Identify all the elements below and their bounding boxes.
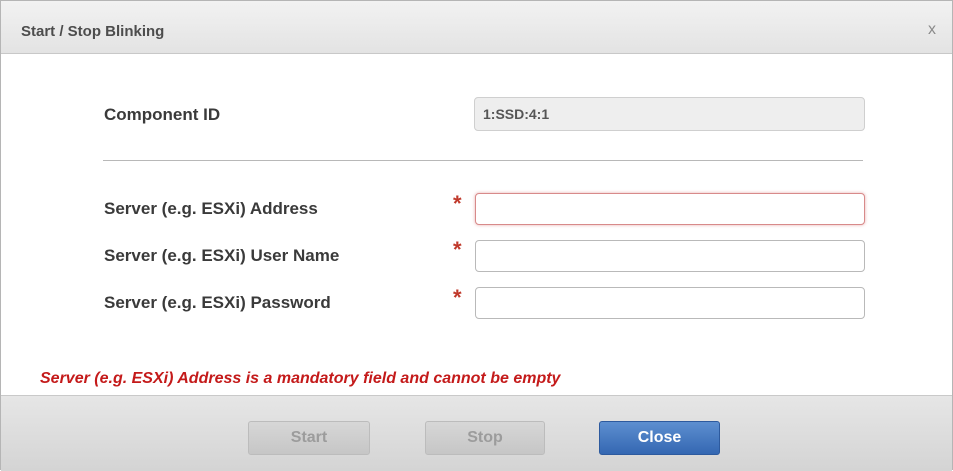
- component-id-label: Component ID: [104, 105, 221, 124]
- server-password-label: Server (e.g. ESXi) Password: [104, 293, 331, 312]
- server-username-input[interactable]: [475, 240, 865, 272]
- required-asterisk-icon: *: [453, 191, 462, 216]
- required-asterisk-icon: *: [453, 237, 462, 262]
- required-asterisk-icon: *: [453, 285, 462, 310]
- close-button[interactable]: Close: [599, 421, 720, 455]
- component-id-value: 1:SSD:4:1: [474, 97, 865, 131]
- start-stop-blinking-dialog: Start / Stop Blinking x Component ID 1:S…: [0, 0, 953, 471]
- dialog-title-bar: Start / Stop Blinking x: [1, 1, 952, 54]
- close-icon[interactable]: x: [928, 21, 936, 39]
- stop-button[interactable]: Stop: [425, 421, 545, 455]
- validation-error-message: Server (e.g. ESXi) Address is a mandator…: [40, 370, 561, 387]
- server-address-input[interactable]: [475, 193, 865, 225]
- section-divider: [103, 160, 863, 161]
- server-address-label: Server (e.g. ESXi) Address: [104, 199, 318, 218]
- dialog-title: Start / Stop Blinking: [21, 23, 165, 40]
- start-button[interactable]: Start: [248, 421, 370, 455]
- server-username-label: Server (e.g. ESXi) User Name: [104, 246, 340, 265]
- server-password-input[interactable]: [475, 287, 865, 319]
